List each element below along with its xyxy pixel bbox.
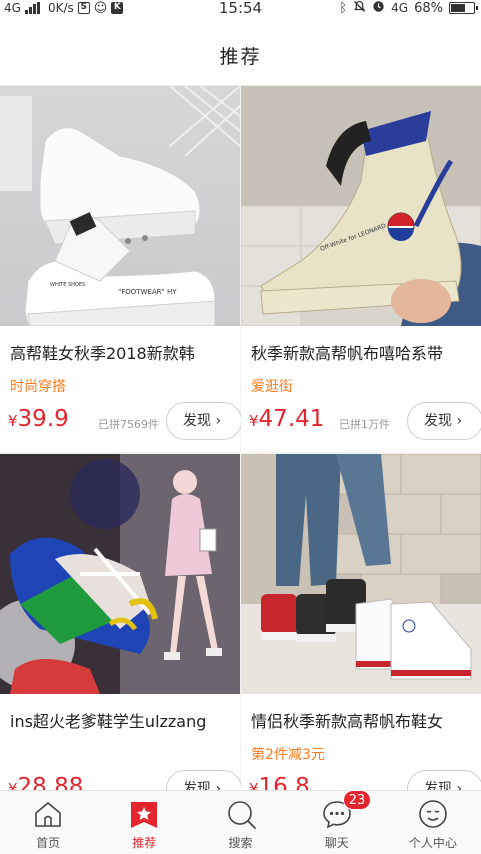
nav-item-profile[interactable]: 个人中心 [385,791,481,854]
product-tag: 爱逛街 [251,379,293,395]
product-title[interactable]: 情侣秋季新款高帮帆布鞋女 [251,708,477,732]
nav-label: 个人中心 [408,836,457,850]
product-title[interactable]: ins超火老爹鞋学生ulzzang [10,708,236,732]
page-header: 推荐 [0,16,481,86]
currency-symbol: ¥ [8,412,18,430]
price-value: 16.8 [258,774,310,790]
product-price: ¥28.88 [8,774,83,790]
couple-canvas-shoes-photo [241,454,481,694]
battery-percent: 68% [414,0,443,16]
product-image[interactable]: "FOOTWEAR" HY WHITE SHOES [0,86,240,326]
price-value: 28.88 [17,774,84,790]
nav-label: 推荐 [132,836,157,850]
nav-label: 搜索 [228,836,253,850]
nav-label: 聊天 [324,836,349,850]
product-title[interactable]: 高帮鞋女秋季2018新款韩 [10,340,236,364]
product-price: ¥39.9 [8,406,69,432]
bluetooth-icon: ᛒ [339,0,348,16]
status-right: ᛒ 4G 68% [339,0,478,17]
product-feed[interactable]: "FOOTWEAR" HY WHITE SHOES 高帮鞋女秋季2018新款韩 … [0,86,481,790]
mobile-network: 4G [391,1,409,15]
discover-button[interactable]: 发现 › [407,402,481,440]
currency-symbol: ¥ [249,412,259,430]
product-image[interactable] [0,454,240,694]
alarm-icon [372,0,385,17]
star-icon [128,798,160,830]
discover-button[interactable]: 发现 › [166,402,242,440]
discover-button[interactable]: 发现 › [166,770,242,790]
product-tag: 第2件减3元 [251,747,325,763]
sold-count: 已拼7569件 [98,418,159,431]
nav-item-chat[interactable]: 23 聊天 [289,790,385,854]
nav-item-search[interactable]: 搜索 [192,791,288,854]
mute-icon [353,0,366,17]
discover-button[interactable]: 发现 › [407,770,481,790]
product-card[interactable]: "FOOTWEAR" HY WHITE SHOES 高帮鞋女秋季2018新款韩 … [0,86,242,452]
unread-badge: 23 [342,790,372,810]
sold-count: 已拼1万件 [339,418,390,431]
home-icon [32,798,64,830]
nav-item-home[interactable]: 首页 [0,791,96,854]
profile-icon [417,798,449,830]
nav-item-recommend[interactable]: 推荐 [96,791,192,854]
white-sneaker-photo: "FOOTWEAR" HY WHITE SHOES [0,86,240,326]
bottom-nav: 首页 推荐 搜索 23 聊天 个人中心 [0,790,481,854]
currency-symbol: ¥ [249,780,259,790]
product-image[interactable]: Off-White for LEONARD [241,86,481,326]
canvas-sneaker-photo: Off-White for LEONARD [241,86,481,326]
price-value: 39.9 [17,406,69,432]
product-tag: 时尚穿搭 [10,379,66,395]
search-icon [225,798,257,830]
product-price: ¥47.41 [249,406,324,432]
currency-symbol: ¥ [8,780,18,790]
svg-text:"FOOTWEAR" HY: "FOOTWEAR" HY [118,288,177,296]
product-image[interactable] [241,454,481,694]
svg-text:WHITE SHOES: WHITE SHOES [50,282,85,288]
dad-shoe-photo [0,454,240,694]
battery-icon [449,2,478,14]
page-title: 推荐 [219,46,262,68]
product-card[interactable]: ins超火老爹鞋学生ulzzang ¥28.88 发现 › [0,454,242,790]
product-card[interactable]: 情侣秋季新款高帮帆布鞋女 第2件减3元 ¥16.8 发现 › [241,454,481,790]
product-title[interactable]: 秋季新款高帮帆布嘻哈系带 [251,340,477,364]
nav-label: 首页 [36,836,61,850]
status-bar: 4G 0K/s S ☺ K 15:54 ᛒ 4G 68% [0,0,481,16]
price-value: 47.41 [258,406,325,432]
product-price: ¥16.8 [249,774,310,790]
product-card[interactable]: Off-White for LEONARD 秋季新款高帮帆布嘻哈系带 爱逛街 ¥… [241,86,481,452]
